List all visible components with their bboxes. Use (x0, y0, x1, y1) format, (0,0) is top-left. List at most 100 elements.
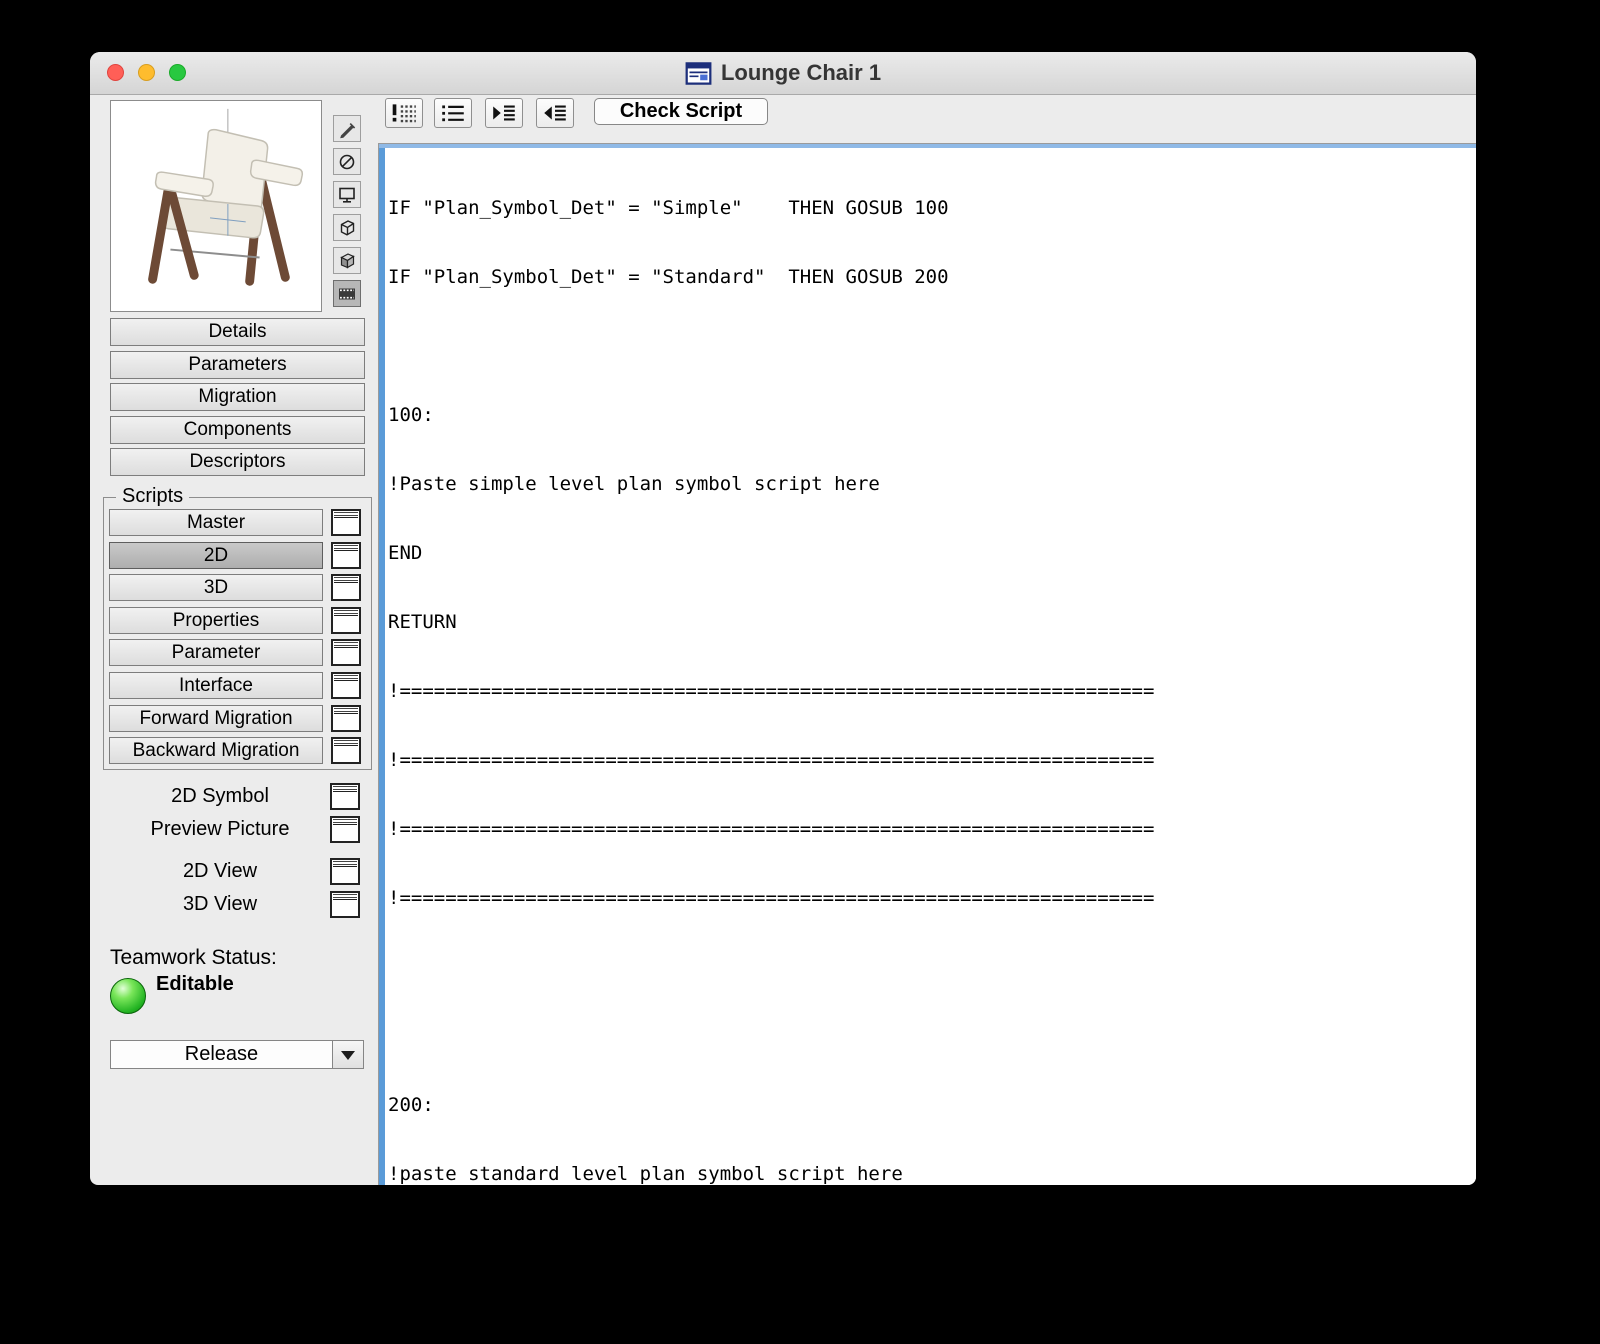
preview-picture-label: Preview Picture (150, 817, 290, 840)
pencil-icon (340, 122, 356, 138)
indent-icon (493, 105, 515, 121)
preview-tool-shaded[interactable] (333, 247, 361, 274)
sidebar-button-migration[interactable]: Migration (110, 383, 365, 411)
window-icon (331, 639, 361, 666)
titlebar[interactable]: Lounge Chair 1 (90, 52, 1476, 95)
code-line: !=======================================… (388, 749, 1155, 771)
script-editor[interactable]: IF "Plan_Symbol_Det" = "Simple" THEN GOS… (378, 143, 1476, 1185)
desktop: Lounge Chair 1 Details Parameters Migrat… (0, 0, 1600, 1344)
release-button[interactable]: Release (110, 1040, 364, 1069)
code-line: IF "Plan_Symbol_Det" = "Simple" THEN GOS… (388, 197, 949, 219)
toolbar-indent-button[interactable] (485, 98, 523, 128)
shaded-cube-icon (340, 252, 355, 269)
minimize-button[interactable] (138, 64, 155, 81)
toolbar-flag-grid-button[interactable] (385, 98, 423, 128)
dropdown-arrow-icon[interactable] (332, 1041, 363, 1068)
release-button-label: Release (184, 1043, 259, 1065)
script-tab-master[interactable]: Master (109, 509, 323, 536)
open-interface-script-window-button[interactable] (331, 672, 361, 699)
code-line: !=======================================… (388, 680, 1155, 702)
gdl-window-icon (685, 61, 712, 85)
2d-view-label: 2D View (182, 859, 258, 882)
wireframe-cube-icon (340, 219, 355, 236)
teamwork-status-label: Teamwork Status: (110, 946, 277, 969)
traffic-lights (107, 64, 186, 81)
circle-slash-icon (339, 154, 355, 169)
flag-grid-icon (392, 104, 416, 123)
toolbar-line-numbers-button[interactable] (434, 98, 472, 128)
script-tab-interface[interactable]: Interface (109, 672, 323, 699)
monitor-icon (339, 187, 355, 203)
open-forward-migration-script-window-button[interactable] (331, 705, 361, 732)
line-numbers-icon (442, 105, 464, 122)
2d-symbol-label: 2D Symbol (171, 784, 269, 807)
open-2d-symbol-window-button[interactable] (330, 783, 360, 810)
scripts-group: Scripts Master 2D 3D Properties Paramete… (103, 485, 372, 770)
open-3d-script-window-button[interactable] (331, 574, 361, 601)
teamwork-status-value: Editable (156, 973, 234, 995)
preview-tool-monitor[interactable] (333, 181, 361, 208)
window-icon (331, 509, 361, 536)
code-line: RETURN (388, 611, 457, 633)
code-line: !paste standard level plan symbol script… (388, 1163, 903, 1185)
script-tab-2d[interactable]: 2D (109, 542, 323, 569)
object-preview (110, 100, 322, 312)
window-icon (330, 816, 360, 843)
script-tab-3d[interactable]: 3D (109, 574, 323, 601)
preview-tool-wireframe[interactable] (333, 214, 361, 241)
window-icon (330, 891, 360, 918)
code-line: IF "Plan_Symbol_Det" = "Standard" THEN G… (388, 266, 949, 288)
window-icon (330, 783, 360, 810)
open-parameter-script-window-button[interactable] (331, 639, 361, 666)
script-tab-forward-migration[interactable]: Forward Migration (109, 705, 323, 732)
preview-tool-hide[interactable] (333, 148, 361, 175)
code-line: 100: (388, 404, 434, 426)
filmstrip-icon (339, 288, 355, 299)
window-icon (331, 705, 361, 732)
status-indicator-green (110, 978, 146, 1014)
open-master-script-window-button[interactable] (331, 509, 361, 536)
preview-tool-pencil[interactable] (333, 115, 361, 142)
script-text: IF "Plan_Symbol_Det" = "Simple" THEN GOS… (388, 151, 1472, 1185)
3d-view-label: 3D View (182, 892, 258, 915)
editor-focus-accent-top (379, 144, 1476, 148)
code-line: !=======================================… (388, 818, 1155, 840)
sidebar-button-components[interactable]: Components (110, 416, 365, 444)
toolbar-outdent-button[interactable] (536, 98, 574, 128)
sidebar-button-descriptors[interactable]: Descriptors (110, 448, 365, 476)
window-title-text: Lounge Chair 1 (720, 60, 882, 85)
window-icon (331, 574, 361, 601)
scripts-group-label: Scripts (116, 485, 190, 508)
open-3d-view-window-button[interactable] (330, 891, 360, 918)
window-icon (331, 672, 361, 699)
window-title: Lounge Chair 1 (685, 60, 881, 86)
script-tab-properties[interactable]: Properties (109, 607, 323, 634)
open-2d-script-window-button[interactable] (331, 542, 361, 569)
code-line: 200: (388, 1094, 434, 1116)
code-line: !Paste simple level plan symbol script h… (388, 473, 880, 495)
editor-focus-accent-left (379, 144, 385, 1185)
open-2d-view-window-button[interactable] (330, 858, 360, 885)
open-properties-script-window-button[interactable] (331, 607, 361, 634)
zoom-button[interactable] (169, 64, 186, 81)
script-tab-parameter[interactable]: Parameter (109, 639, 323, 666)
sidebar-button-details[interactable]: Details (110, 318, 365, 346)
window-icon (331, 542, 361, 569)
open-preview-picture-window-button[interactable] (330, 816, 360, 843)
check-script-button[interactable]: Check Script (594, 98, 768, 125)
window-icon (331, 737, 361, 764)
preview-tool-filmstrip[interactable] (333, 280, 361, 307)
outdent-icon (544, 105, 566, 121)
code-line: END (388, 542, 423, 564)
close-button[interactable] (107, 64, 124, 81)
code-line: !=======================================… (388, 887, 1155, 909)
gdl-editor-window: Lounge Chair 1 Details Parameters Migrat… (90, 52, 1476, 1185)
open-backward-migration-script-window-button[interactable] (331, 737, 361, 764)
sidebar-button-parameters[interactable]: Parameters (110, 351, 365, 379)
script-tab-backward-migration[interactable]: Backward Migration (109, 737, 323, 764)
window-icon (330, 858, 360, 885)
window-icon (331, 607, 361, 634)
